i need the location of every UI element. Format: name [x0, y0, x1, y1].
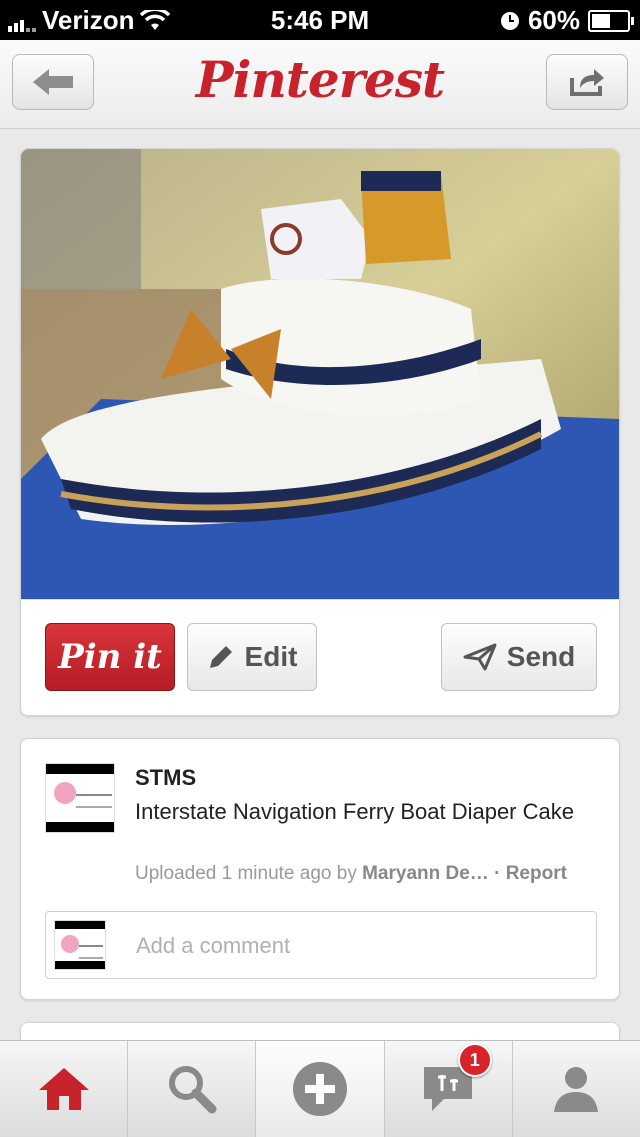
home-icon	[38, 1068, 89, 1110]
paper-plane-icon	[463, 643, 497, 671]
board-avatar[interactable]	[45, 763, 115, 833]
comment-box	[45, 911, 597, 980]
battery-fill	[592, 13, 610, 28]
share-button[interactable]	[546, 54, 628, 110]
send-button[interactable]: Send	[441, 623, 597, 691]
tab-news[interactable]: 1	[383, 1041, 512, 1137]
board-name[interactable]: STMS	[135, 765, 196, 791]
tab-profile[interactable]	[511, 1041, 640, 1137]
battery-percent: 60%	[527, 5, 580, 35]
pinterest-logo: Pinterest	[195, 50, 445, 109]
uploader-link[interactable]: Maryann De…	[362, 863, 489, 884]
edit-label: Edit	[244, 641, 298, 672]
notification-badge: 1	[457, 1043, 492, 1077]
tab-home[interactable]	[0, 1041, 127, 1137]
battery-icon	[588, 9, 634, 32]
pin-it-button[interactable]: Pin it	[45, 623, 175, 691]
pin-description: Interstate Navigation Ferry Boat Diaper …	[135, 799, 574, 824]
profile-icon	[554, 1067, 599, 1112]
uploaded-text: Uploaded 1 minute ago by	[135, 863, 357, 884]
edit-button[interactable]: Edit	[187, 623, 317, 691]
send-label: Send	[506, 641, 576, 672]
user-avatar	[54, 920, 106, 970]
tab-search[interactable]	[127, 1041, 255, 1137]
nav-bar: Pinterest	[0, 40, 640, 129]
pin-card: Pin it Edit Send	[20, 148, 620, 716]
clock-lock-icon	[500, 11, 519, 30]
tab-bar: 1	[0, 1040, 640, 1137]
upload-info: Uploaded 1 minute ago by Maryann De… · R…	[135, 863, 567, 885]
pin-it-label: Pin it	[58, 637, 162, 677]
pin-actions: Pin it Edit Send	[21, 599, 619, 716]
status-bar: Verizon 5:46 PM 60%	[0, 0, 640, 40]
tab-add[interactable]	[255, 1041, 384, 1137]
add-icon	[293, 1062, 347, 1116]
pin-details-card: STMS Interstate Navigation Ferry Boat Di…	[20, 738, 620, 1000]
pin-image[interactable]	[21, 149, 619, 599]
search-icon	[168, 1066, 217, 1114]
comment-input[interactable]	[134, 912, 586, 980]
share-icon	[570, 69, 604, 96]
pencil-icon	[209, 646, 232, 668]
report-link[interactable]: · Report	[494, 863, 567, 884]
diaper-cake-photo	[21, 149, 619, 599]
